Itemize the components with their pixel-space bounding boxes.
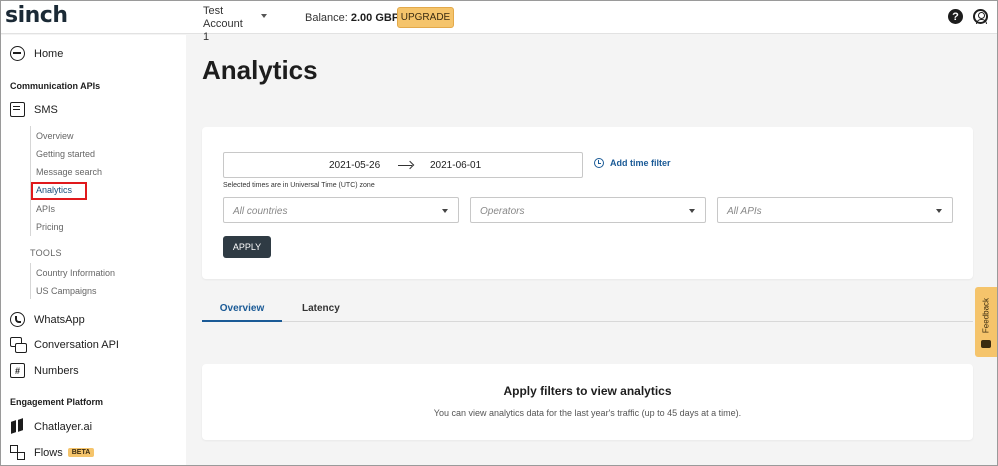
- whatsapp-icon: [10, 312, 25, 327]
- home-icon: [10, 46, 25, 61]
- sidebar-item-message-search[interactable]: Message search: [36, 167, 102, 177]
- countries-select[interactable]: All countries: [223, 197, 459, 223]
- sidebar-item-flows[interactable]: Flows BETA: [10, 445, 95, 460]
- chatlayer-icon: [10, 419, 25, 434]
- caret-down-icon: [936, 209, 942, 213]
- date-range-picker[interactable]: 2021-05-26 2021-06-01: [223, 152, 583, 178]
- date-end[interactable]: 2021-06-01: [430, 160, 481, 171]
- clock-icon: [594, 158, 604, 168]
- tab-latency[interactable]: Latency: [302, 303, 340, 314]
- sinch-logo[interactable]: sinch: [5, 3, 68, 28]
- analytics-highlight-box: [31, 182, 87, 200]
- empty-state-card: Apply filters to view analytics You can …: [202, 364, 973, 440]
- upgrade-button[interactable]: UPGRADE: [397, 7, 454, 28]
- add-time-filter-label: Add time filter: [610, 158, 671, 168]
- utc-note: Selected times are in Universal Time (UT…: [223, 182, 375, 189]
- conversation-icon: [10, 337, 27, 353]
- section-heading-engagement: Engagement Platform: [10, 397, 104, 407]
- filter-card: 2021-05-26 2021-06-01 Add time filter Se…: [202, 127, 973, 279]
- tools-heading: TOOLS: [30, 248, 62, 258]
- apply-button[interactable]: APPLY: [223, 236, 271, 258]
- sidebar-item-pricing[interactable]: Pricing: [36, 222, 64, 232]
- balance: Balance: 2.00 GBP: [305, 12, 399, 24]
- apis-select[interactable]: All APIs: [717, 197, 953, 223]
- sidebar-item-sms[interactable]: SMS: [10, 102, 58, 117]
- operators-select[interactable]: Operators: [470, 197, 706, 223]
- sidebar-item-label: Home: [34, 47, 64, 60]
- sidebar-item-getting-started[interactable]: Getting started: [36, 149, 95, 159]
- empty-state-text: You can view analytics data for the last…: [433, 408, 742, 418]
- feedback-label: Feedback: [981, 297, 991, 334]
- sidebar-item-label: SMS: [34, 103, 58, 116]
- empty-state-title: Apply filters to view analytics: [503, 384, 672, 398]
- sidebar-item-apis[interactable]: APIs: [36, 204, 55, 214]
- sidebar-item-label: WhatsApp: [34, 313, 85, 326]
- sms-subnav-line: [30, 126, 31, 236]
- tab-bar: Overview Latency: [202, 298, 973, 322]
- caret-down-icon: [442, 209, 448, 213]
- balance-label: Balance:: [305, 12, 348, 24]
- operators-placeholder: Operators: [480, 206, 525, 217]
- sidebar-item-whatsapp[interactable]: WhatsApp: [10, 312, 85, 327]
- flows-icon: [10, 445, 25, 460]
- sidebar-item-us-campaigns[interactable]: US Campaigns: [36, 286, 97, 296]
- sidebar-item-label: Conversation API: [34, 338, 119, 351]
- sidebar-item-label: Numbers: [34, 364, 79, 377]
- caret-down-icon: [689, 209, 695, 213]
- sidebar-item-label: Flows: [34, 446, 63, 459]
- feedback-tab[interactable]: Feedback: [975, 287, 997, 357]
- apis-placeholder: All APIs: [727, 206, 762, 217]
- user-circle-icon[interactable]: [973, 9, 988, 24]
- help-icon[interactable]: ?: [948, 9, 963, 24]
- sidebar-item-numbers[interactable]: # Numbers: [10, 363, 79, 378]
- arrow-right-icon: [398, 165, 412, 166]
- chevron-down-icon[interactable]: [261, 14, 267, 18]
- tools-subnav-line: [30, 263, 31, 299]
- add-time-filter-link[interactable]: Add time filter: [594, 158, 671, 168]
- balance-value: 2.00 GBP: [350, 12, 400, 24]
- top-bar: sinch Test Account 1 Balance: 2.00 GBP U…: [1, 1, 997, 43]
- sidebar-item-chatlayer[interactable]: Chatlayer.ai: [10, 419, 92, 434]
- message-icon: [10, 102, 25, 117]
- tab-overview[interactable]: Overview: [202, 303, 282, 322]
- sidebar-item-overview[interactable]: Overview: [36, 131, 74, 141]
- sidebar-item-label: Chatlayer.ai: [34, 420, 93, 433]
- sidebar: Home Communication APIs SMS Overview Get…: [1, 35, 186, 465]
- section-heading-communication: Communication APIs: [10, 81, 101, 91]
- hash-icon: #: [10, 363, 25, 378]
- feedback-icon: [981, 340, 991, 348]
- sidebar-item-home[interactable]: Home: [10, 46, 63, 61]
- page-title: Analytics: [202, 55, 318, 85]
- account-selector[interactable]: Test Account 1: [203, 5, 247, 44]
- countries-placeholder: All countries: [233, 206, 288, 217]
- sidebar-item-conversation-api[interactable]: Conversation API: [10, 337, 119, 353]
- beta-badge: BETA: [67, 448, 95, 457]
- date-start[interactable]: 2021-05-26: [329, 160, 380, 171]
- sidebar-item-country-information[interactable]: Country Information: [36, 268, 115, 278]
